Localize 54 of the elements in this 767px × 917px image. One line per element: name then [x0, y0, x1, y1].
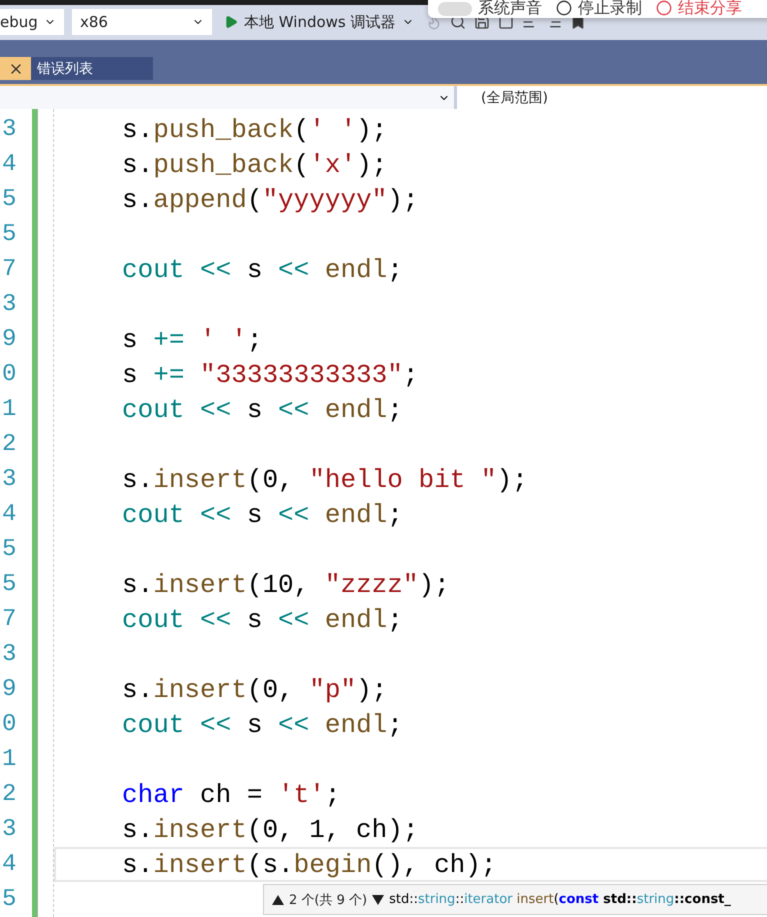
code-line: s.push_back(' '); — [122, 114, 388, 144]
line-number: 5 — [2, 535, 18, 565]
code-line: s.insert(s.begin(), ch); — [122, 850, 496, 880]
tab[interactable]: 错误列表 — [31, 57, 153, 80]
code-line: s += ' '; — [122, 324, 262, 354]
code-line: cout << s << endl; — [122, 500, 403, 530]
line-number: 9 — [2, 675, 18, 705]
line-number: 1 — [2, 395, 18, 425]
stop-icon[interactable] — [556, 0, 572, 16]
line-number: 0 — [2, 360, 18, 390]
code-line: s.push_back('x'); — [122, 150, 388, 180]
run-debugger-button[interactable]: 本地 Windows 调试器 — [220, 12, 418, 32]
code-line: s.append("yyyyyy"); — [122, 184, 418, 214]
code-line: s.insert(0, "hello bit "); — [122, 464, 528, 494]
line-number: 5 — [2, 220, 18, 250]
scope-dropdown[interactable]: (全局范围) — [457, 86, 548, 109]
line-number: 4 — [2, 500, 18, 530]
code-line: cout << s << endl; — [122, 254, 403, 284]
line-number: 7 — [2, 255, 18, 285]
down-arrow-icon[interactable] — [372, 894, 384, 904]
line-number: 3 — [2, 290, 18, 320]
code-line: cout << s << endl; — [122, 394, 403, 424]
line-number: 7 — [2, 605, 18, 635]
line-number: 1 — [2, 745, 18, 775]
line-number: 5 — [2, 570, 18, 600]
line-number: 2 — [2, 430, 18, 460]
line-number: 0 — [2, 710, 18, 740]
line-number: 3 — [2, 815, 18, 845]
line-number: 2 — [2, 780, 18, 810]
line-number: 4 — [2, 150, 18, 180]
close-button[interactable] — [0, 57, 31, 80]
line-number: 3 — [2, 640, 18, 670]
signature-text: std::string::iterator insert(const std::string::const_ — [389, 892, 731, 907]
code-line: s.insert(10, "zzzz"); — [122, 570, 450, 600]
line-number: 5 — [2, 885, 18, 915]
recording-label[interactable]: 停止录制 — [578, 0, 642, 16]
toggle-switch[interactable] — [438, 2, 472, 16]
line-number: 9 — [2, 325, 18, 355]
code-line: cout << s << endl; — [122, 604, 403, 634]
code-line: cout << s << endl; — [122, 710, 403, 740]
code-line: char ch = 't'; — [122, 780, 340, 810]
play-icon — [224, 15, 238, 30]
line-number: 3 — [2, 115, 18, 145]
line-number: 3 — [2, 465, 18, 495]
overload-counter: 2 个(共 9 个) — [289, 892, 368, 908]
configuration-dropdown[interactable]: ebug — [0, 9, 64, 36]
code-line: s += "33333333333"; — [122, 360, 418, 390]
end-icon[interactable] — [656, 0, 672, 16]
platform-dropdown[interactable]: x86 — [72, 9, 212, 36]
code-line: s.insert(0, "p"); — [122, 674, 388, 704]
line-number: 4 — [2, 850, 18, 880]
up-arrow-icon[interactable] — [272, 894, 284, 904]
line-number: 5 — [2, 185, 18, 215]
code-line: s.insert(0, 1, ch); — [122, 814, 418, 844]
